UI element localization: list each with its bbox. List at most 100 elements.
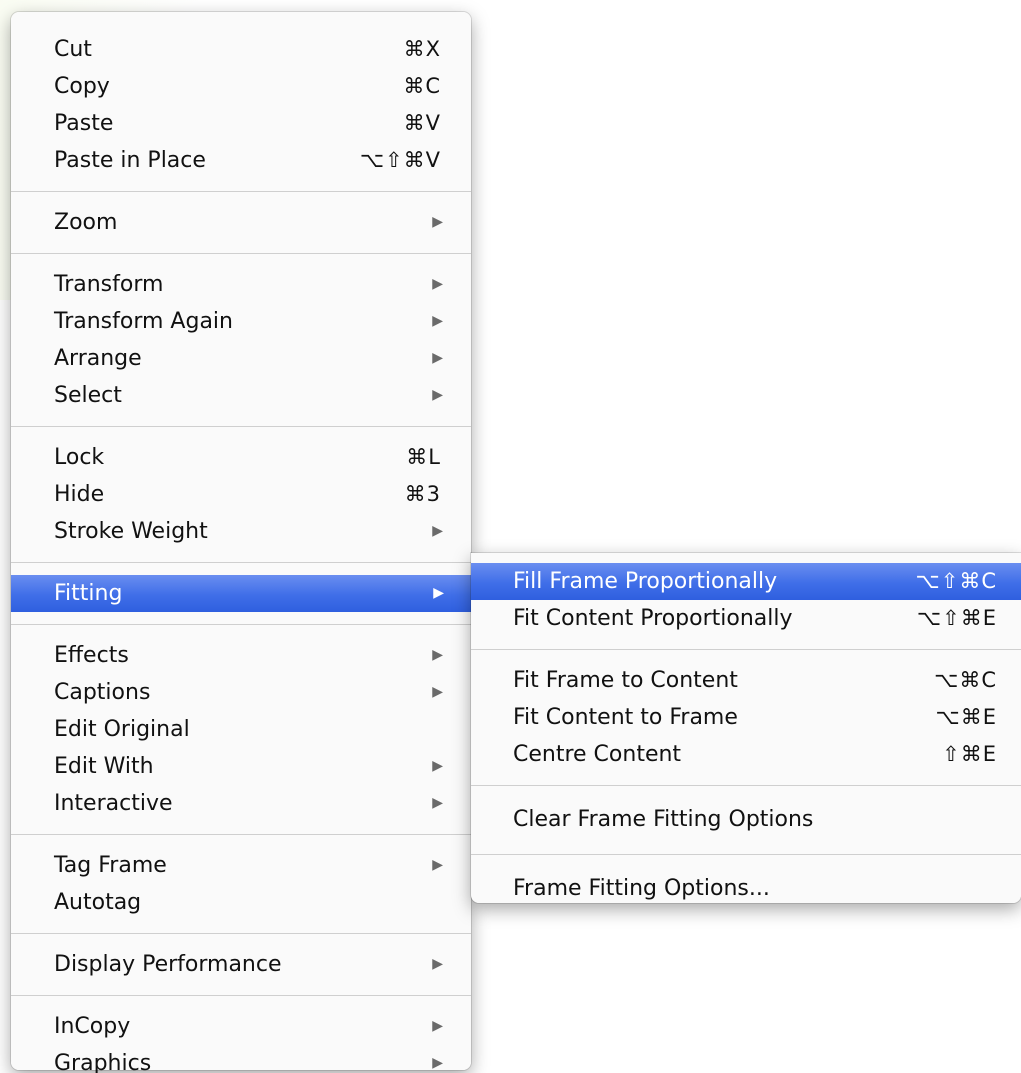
menu-item-label: Paste in Place <box>54 148 206 173</box>
submenu-arrow-icon: ▶ <box>432 350 443 366</box>
menu-separator <box>11 834 471 835</box>
menu-item-shortcut: ⌘X <box>403 37 441 61</box>
menu-item-arrange[interactable]: Arrange ▶ <box>11 340 471 377</box>
menu-item-autotag[interactable]: Autotag <box>11 884 471 921</box>
menu-separator <box>471 649 1021 650</box>
menu-item-label: Lock <box>54 445 105 470</box>
menu-group-incopy: InCopy ▶ Graphics ▶ <box>11 1008 471 1073</box>
menu-group-tagging: Tag Frame ▶ Autotag <box>11 847 471 921</box>
submenu-arrow-icon: ▶ <box>432 387 443 403</box>
submenu-arrow-icon: ▶ <box>432 857 443 873</box>
menu-item-label: Transform Again <box>54 309 233 334</box>
menu-item-label: Fit Content Proportionally <box>513 606 793 631</box>
menu-item-label: Captions <box>54 680 151 705</box>
menu-item-label: Select <box>54 383 122 408</box>
submenu-item-frame-fitting-options[interactable]: Frame Fitting Options... <box>471 867 1021 911</box>
screen: Cut ⌘X Copy ⌘C Paste ⌘V Paste in Place ⌥… <box>0 0 1021 1073</box>
submenu-group-clear: Clear Frame Fitting Options <box>471 798 1021 842</box>
menu-group-transform: Transform ▶ Transform Again ▶ Arrange ▶ … <box>11 266 471 414</box>
menu-item-label: Fit Content to Frame <box>513 705 738 730</box>
menu-item-display-performance[interactable]: Display Performance ▶ <box>11 946 471 983</box>
menu-group-clipboard: Cut ⌘X Copy ⌘C Paste ⌘V Paste in Place ⌥… <box>11 31 471 179</box>
menu-item-paste-in-place[interactable]: Paste in Place ⌥⇧⌘V <box>11 142 471 179</box>
menu-separator <box>11 624 471 625</box>
submenu-arrow-icon: ▶ <box>432 276 443 292</box>
submenu-arrow-icon: ▶ <box>432 313 443 329</box>
menu-item-paste[interactable]: Paste ⌘V <box>11 105 471 142</box>
menu-item-cut[interactable]: Cut ⌘X <box>11 31 471 68</box>
menu-item-label: Transform <box>54 272 164 297</box>
menu-group-fitting: Fitting ▶ <box>11 575 472 612</box>
submenu-arrow-icon: ▶ <box>432 214 443 230</box>
menu-item-label: Tag Frame <box>54 853 167 878</box>
menu-item-shortcut: ⌘V <box>403 111 441 135</box>
menu-separator <box>11 191 471 192</box>
menu-item-label: Arrange <box>54 346 142 371</box>
menu-separator <box>471 785 1021 786</box>
fitting-submenu: Fill Frame Proportionally ⌥⇧⌘C Fit Conte… <box>471 553 1021 903</box>
submenu-arrow-icon: ▶ <box>432 647 443 663</box>
submenu-arrow-icon: ▶ <box>432 1018 443 1034</box>
menu-item-effects[interactable]: Effects ▶ <box>11 637 471 674</box>
menu-item-label: Fit Frame to Content <box>513 668 738 693</box>
context-menu: Cut ⌘X Copy ⌘C Paste ⌘V Paste in Place ⌥… <box>11 12 472 1073</box>
menu-item-hide[interactable]: Hide ⌘3 <box>11 476 471 513</box>
menu-item-label: Fitting <box>54 581 123 606</box>
menu-item-shortcut: ⌘3 <box>404 482 441 506</box>
submenu-item-fill-frame-proportionally[interactable]: Fill Frame Proportionally ⌥⇧⌘C <box>471 563 1021 600</box>
menu-separator <box>11 933 471 934</box>
menu-group-lock: Lock ⌘L Hide ⌘3 Stroke Weight ▶ <box>11 439 471 550</box>
menu-group-effects: Effects ▶ Captions ▶ Edit Original Edit … <box>11 637 471 822</box>
menu-item-label: Effects <box>54 643 129 668</box>
menu-item-incopy[interactable]: InCopy ▶ <box>11 1008 471 1045</box>
menu-item-tag-frame[interactable]: Tag Frame ▶ <box>11 847 471 884</box>
menu-item-shortcut: ⌥⇧⌘C <box>915 569 997 593</box>
menu-item-label: Centre Content <box>513 742 682 767</box>
submenu-arrow-icon: ▶ <box>432 956 443 972</box>
menu-item-shortcut: ⌘C <box>403 74 441 98</box>
menu-item-fitting[interactable]: Fitting ▶ <box>11 575 472 612</box>
menu-item-captions[interactable]: Captions ▶ <box>11 674 471 711</box>
submenu-item-fit-content-to-frame[interactable]: Fit Content to Frame ⌥⌘E <box>471 699 1021 736</box>
menu-item-interactive[interactable]: Interactive ▶ <box>11 785 471 822</box>
submenu-arrow-icon: ▶ <box>432 758 443 774</box>
submenu-group-fit: Fit Frame to Content ⌥⌘C Fit Content to … <box>471 662 1021 773</box>
menu-item-copy[interactable]: Copy ⌘C <box>11 68 471 105</box>
menu-item-stroke-weight[interactable]: Stroke Weight ▶ <box>11 513 471 550</box>
menu-item-label: Hide <box>54 482 105 507</box>
menu-item-label: Paste <box>54 111 114 136</box>
menu-item-label: Zoom <box>54 210 118 235</box>
submenu-item-centre-content[interactable]: Centre Content ⇧⌘E <box>471 736 1021 773</box>
submenu-arrow-icon: ▶ <box>432 795 443 811</box>
submenu-item-clear-frame-fitting-options[interactable]: Clear Frame Fitting Options <box>471 798 1021 842</box>
menu-item-shortcut: ⌥⇧⌘E <box>916 606 997 630</box>
menu-item-transform-again[interactable]: Transform Again ▶ <box>11 303 471 340</box>
submenu-group-proportional: Fill Frame Proportionally ⌥⇧⌘C Fit Conte… <box>471 563 1021 637</box>
menu-item-label: Clear Frame Fitting Options <box>513 807 814 832</box>
menu-item-shortcut: ⌥⇧⌘V <box>359 148 441 172</box>
submenu-item-fit-frame-to-content[interactable]: Fit Frame to Content ⌥⌘C <box>471 662 1021 699</box>
menu-group-display: Display Performance ▶ <box>11 946 471 983</box>
menu-item-select[interactable]: Select ▶ <box>11 377 471 414</box>
menu-item-label: Stroke Weight <box>54 519 208 544</box>
submenu-item-fit-content-proportionally[interactable]: Fit Content Proportionally ⌥⇧⌘E <box>471 600 1021 637</box>
submenu-arrow-icon: ▶ <box>432 684 443 700</box>
menu-item-edit-with[interactable]: Edit With ▶ <box>11 748 471 785</box>
menu-item-label: Edit Original <box>54 717 190 742</box>
menu-item-shortcut: ⇧⌘E <box>942 742 997 766</box>
menu-item-zoom[interactable]: Zoom ▶ <box>11 204 471 241</box>
menu-item-lock[interactable]: Lock ⌘L <box>11 439 471 476</box>
menu-separator <box>11 995 471 996</box>
menu-separator <box>11 562 471 563</box>
menu-item-label: InCopy <box>54 1014 131 1039</box>
menu-separator <box>11 253 471 254</box>
menu-item-shortcut: ⌘L <box>406 445 441 469</box>
submenu-arrow-icon: ▶ <box>432 1055 443 1071</box>
menu-item-transform[interactable]: Transform ▶ <box>11 266 471 303</box>
menu-item-label: Frame Fitting Options... <box>513 876 770 901</box>
submenu-group-options: Frame Fitting Options... <box>471 867 1021 911</box>
menu-item-edit-original[interactable]: Edit Original <box>11 711 471 748</box>
menu-item-shortcut: ⌥⌘E <box>935 705 997 729</box>
menu-item-graphics[interactable]: Graphics ▶ <box>11 1045 471 1073</box>
menu-item-label: Graphics <box>54 1051 152 1073</box>
